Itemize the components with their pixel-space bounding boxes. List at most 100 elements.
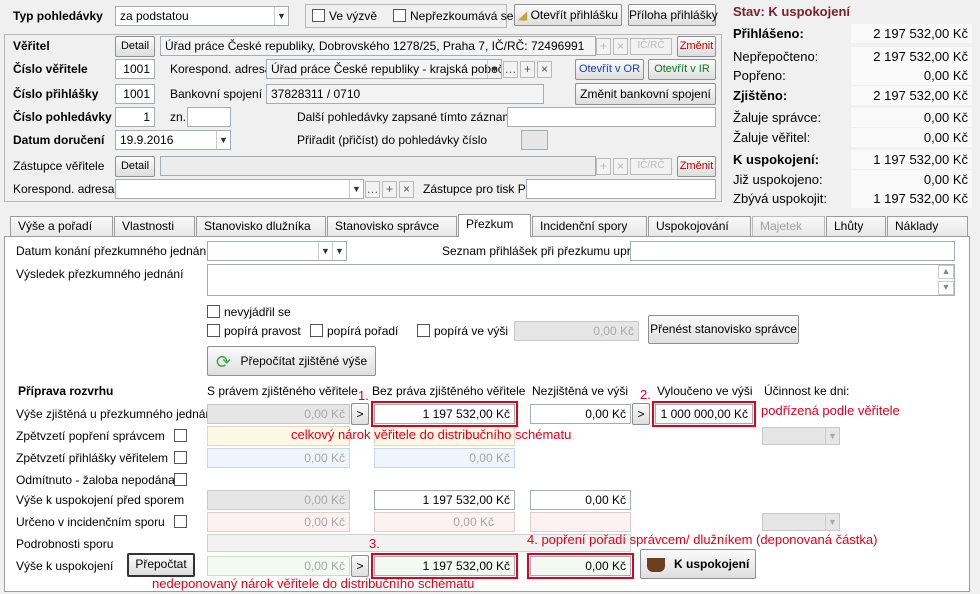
urc-checkbox[interactable] — [174, 515, 187, 528]
pred-s-pravem-field[interactable]: 0,00 Kč — [207, 490, 350, 510]
urc-bez-field[interactable]: 0,00 Kč — [374, 512, 515, 532]
tab-lh-ty[interactable]: Lhůty — [826, 216, 886, 236]
zastupce-change-button[interactable]: Změnit — [677, 156, 716, 177]
close-icon[interactable]: × — [399, 181, 414, 198]
chevron-down-icon[interactable]: ▼ — [318, 242, 332, 260]
popira-poradi-label: popírá pořadí — [327, 324, 399, 338]
veritel-change-button[interactable]: Změnit — [677, 36, 716, 57]
pred-nez-field[interactable]: 0,00 Kč — [530, 490, 631, 510]
annotation-2: 2. — [640, 387, 651, 402]
add-icon[interactable]: + — [520, 61, 535, 78]
pred-bez-field[interactable]: 1 197 532,00 Kč — [374, 490, 515, 510]
zastupce-field[interactable] — [160, 156, 596, 176]
veritel-field[interactable]: Úřad práce České republiky, Dobrovského … — [160, 36, 596, 56]
cislo-prihlasky-field[interactable]: 1001 — [115, 84, 155, 104]
tab-n-klady[interactable]: Náklady — [887, 216, 968, 236]
chevron-down-icon[interactable]: ▼ — [825, 514, 839, 530]
prepocitat-button[interactable]: Přepočtat — [127, 553, 195, 577]
zastupce-icrc-button[interactable]: IČ/RČ — [630, 158, 672, 175]
urc-s-pravem-field[interactable]: 0,00 Kč — [207, 512, 350, 532]
zpet-ver-s-pravem-field[interactable]: 0,00 Kč — [207, 448, 350, 468]
odm-checkbox[interactable] — [174, 473, 187, 486]
status-label: K uspokojení: — [733, 152, 819, 167]
zastupce-detail-button[interactable]: Detail — [115, 156, 155, 177]
open-ir-button[interactable]: Otevřít v IR — [648, 59, 716, 80]
row-urc-label: Určeno v incidenčním sporu — [16, 515, 165, 529]
chevron-down-icon[interactable]: ▼ — [332, 242, 346, 260]
tisk-field[interactable] — [526, 179, 716, 199]
tab-inciden-n-spory[interactable]: Incidenční spory — [532, 216, 647, 236]
vyse-s-pravem-field[interactable]: 0,00 Kč — [207, 404, 350, 424]
arrow-2-button[interactable]: > — [632, 403, 650, 425]
vysledek-textarea[interactable]: ▲ ▼ — [207, 264, 955, 296]
prepocitat-zjistene-button[interactable]: ⟳ Přepočítat zjištěné výše — [207, 346, 376, 376]
neprezkoumava-label: Nepřezkoumává se — [410, 9, 514, 23]
datum-konani-select[interactable]: ▼ ▼ — [207, 241, 347, 261]
veritel-detail-button[interactable]: Detail — [115, 36, 155, 57]
scroll-up-icon[interactable]: ▲ — [938, 265, 954, 279]
more-icon[interactable]: … — [503, 61, 518, 78]
arrow-3-button[interactable]: > — [351, 555, 369, 577]
zastupce-label: Zástupce věřitele — [13, 159, 105, 173]
popira-pravost-checkbox[interactable] — [207, 324, 220, 337]
typ-label: Typ pohledávky — [13, 9, 103, 23]
chevron-down-icon[interactable]: ▼ — [349, 180, 363, 198]
cislo-pohledavky-field[interactable]: 1 — [115, 107, 155, 127]
popira-pravost-label: popírá pravost — [224, 324, 301, 338]
cislo-veritele-field[interactable]: 1001 — [115, 59, 155, 79]
tab-v-e-a-po-ad-[interactable]: Výše a pořadí — [10, 216, 113, 236]
zpet-ver-checkbox[interactable] — [174, 451, 187, 464]
popira-vysi-checkbox[interactable] — [417, 324, 430, 337]
tab-p-ezkum[interactable]: Přezkum — [458, 214, 531, 237]
zpet-ver-bez-field[interactable]: 0,00 Kč — [374, 448, 515, 468]
k-uspokojeni-button[interactable]: K uspokojení — [640, 549, 756, 579]
tab-stanovisko-spr-vce[interactable]: Stanovisko správce — [327, 216, 457, 236]
close-icon[interactable]: × — [613, 158, 628, 175]
chevron-down-icon[interactable]: ▼ — [487, 60, 501, 78]
zastupce-korespond-select[interactable]: ▼ — [115, 179, 364, 199]
seznam-field[interactable] — [630, 241, 955, 261]
zpet-spr-checkbox[interactable] — [174, 429, 187, 442]
datum-select[interactable]: 19.9.2016 ▼ — [115, 130, 231, 150]
zpet-spr-ucinnost-select[interactable]: ▼ — [762, 427, 840, 445]
add-icon[interactable]: + — [382, 181, 397, 198]
popira-poradi-checkbox[interactable] — [310, 324, 323, 337]
dalsi-field[interactable] — [507, 107, 716, 127]
vyse-nezjistena-field[interactable]: 0,00 Kč — [530, 404, 631, 424]
scroll-down-icon[interactable]: ▼ — [938, 281, 954, 295]
neprezkoumava-checkbox[interactable] — [393, 9, 406, 22]
tab-uspokojov-n-[interactable]: Uspokojování — [648, 216, 751, 236]
prenest-stanovisko-button[interactable]: Přenést stanovisko správce — [648, 315, 799, 344]
priradit-label: Přiřadit (přičíst) do pohledávky číslo — [297, 133, 488, 147]
change-bank-button[interactable]: Změnit bankovní spojení — [575, 83, 716, 105]
chevron-down-icon[interactable]: ▼ — [825, 428, 839, 444]
ve-vyzve-checkbox[interactable] — [312, 9, 325, 22]
add-icon[interactable]: + — [596, 38, 611, 55]
veritel-icrc-button[interactable]: IČ/RČ — [630, 38, 672, 55]
attachment-button[interactable]: Příloha přihlášky — [628, 4, 718, 26]
tab-vlastnosti[interactable]: Vlastnosti — [114, 216, 195, 236]
tab-stanovisko-dlu-n-ka[interactable]: Stanovisko dlužníka — [196, 216, 326, 236]
bank-field: 37828311 / 0710 — [266, 84, 544, 104]
add-icon[interactable]: + — [596, 158, 611, 175]
popira-vysi-field[interactable]: 0,00 Kč — [514, 321, 639, 341]
arrow-1-button[interactable]: > — [351, 403, 369, 425]
urc-ucinnost-select[interactable]: ▼ — [762, 513, 840, 531]
highlight-bez-prava — [371, 401, 518, 427]
chevron-down-icon[interactable]: ▼ — [216, 131, 230, 149]
chevron-down-icon[interactable]: ▼ — [274, 7, 288, 25]
open-application-button[interactable]: ◢ Otevřít přihlášku — [514, 4, 622, 26]
urc-nez-field[interactable] — [530, 512, 631, 532]
korespond-address-select[interactable]: Úřad práce České republiky - krajská pob… — [266, 59, 502, 79]
tab-majetek[interactable]: Majetek — [752, 216, 825, 236]
more-icon[interactable]: … — [365, 181, 380, 198]
k-usp-s-pravem-field[interactable]: 0,00 Kč — [207, 556, 350, 576]
zn-field[interactable] — [187, 107, 231, 127]
priradit-field[interactable] — [521, 130, 548, 150]
open-or-button[interactable]: Otevřít v OR — [575, 59, 644, 80]
close-icon[interactable]: × — [613, 38, 628, 55]
datum-konani-label: Datum konání přezkumného jednání — [16, 244, 210, 258]
nevyjadril-checkbox[interactable] — [207, 305, 220, 318]
close-icon[interactable]: × — [537, 61, 552, 78]
typ-select[interactable]: za podstatou ▼ — [115, 6, 289, 26]
